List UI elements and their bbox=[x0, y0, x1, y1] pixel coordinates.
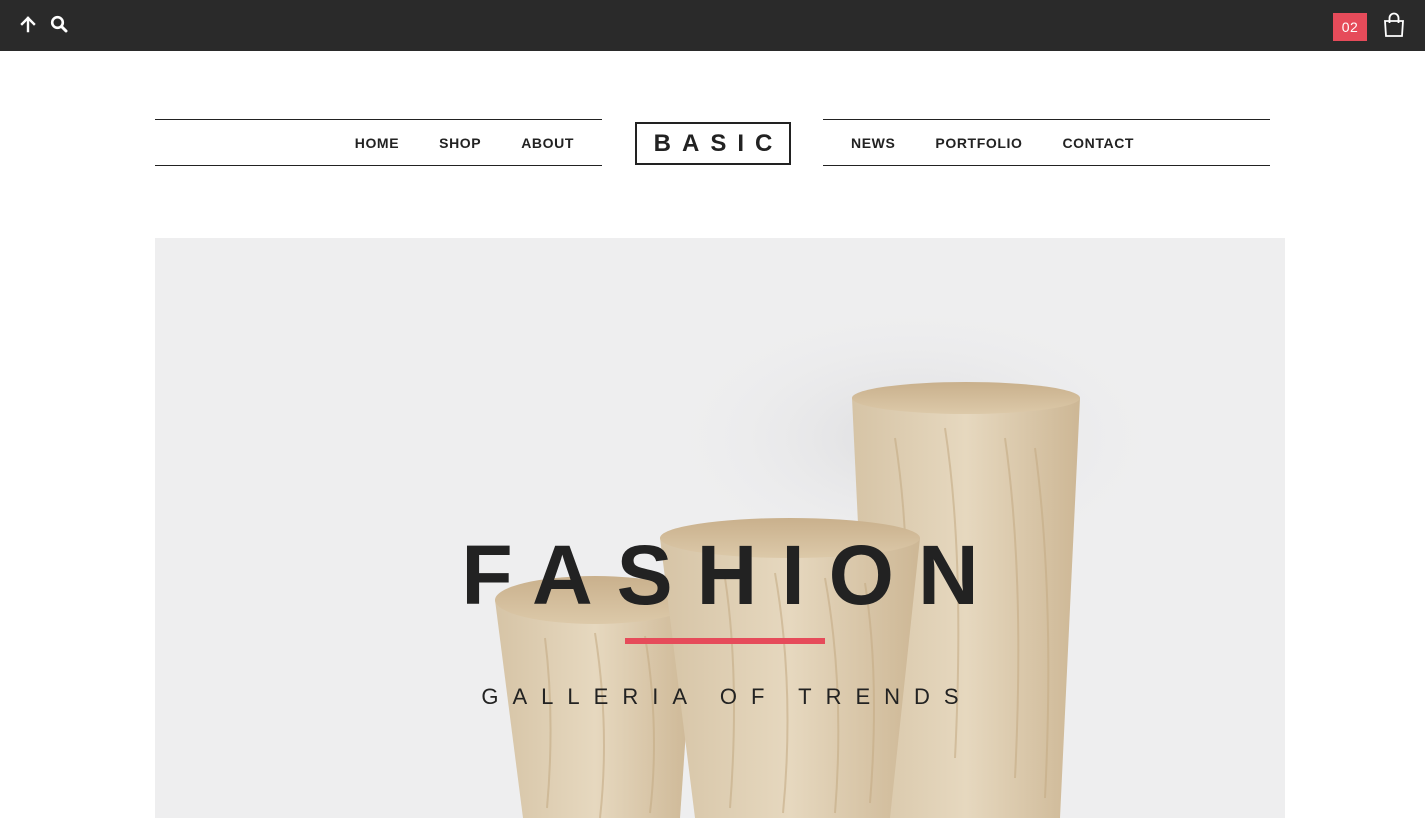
nav-item-shop[interactable]: SHOP bbox=[439, 135, 481, 151]
nav-item-contact[interactable]: CONTACT bbox=[1062, 135, 1134, 151]
primary-nav-right: NEWS PORTFOLIO CONTACT bbox=[823, 120, 1270, 166]
cart-button[interactable] bbox=[1380, 11, 1408, 39]
nav-item-about[interactable]: ABOUT bbox=[521, 135, 574, 151]
search-icon bbox=[50, 15, 68, 33]
site-logo[interactable]: BASIC bbox=[635, 122, 791, 165]
hero-banner: FASHION GALLERIA OF TRENDS bbox=[155, 238, 1285, 818]
nav-item-news[interactable]: NEWS bbox=[851, 135, 895, 151]
hero-accent-bar bbox=[625, 638, 825, 644]
nav-item-portfolio[interactable]: PORTFOLIO bbox=[935, 135, 1022, 151]
nav-item-home[interactable]: HOME bbox=[355, 135, 399, 151]
hero-subtitle: GALLERIA OF TRENDS bbox=[481, 684, 973, 709]
shopping-bag-icon bbox=[1384, 12, 1404, 37]
search-button[interactable] bbox=[47, 12, 71, 36]
scroll-top-button[interactable] bbox=[16, 12, 40, 36]
top-bar: 02 bbox=[0, 0, 1425, 51]
primary-nav-left: HOME SHOP ABOUT bbox=[155, 120, 602, 166]
arrow-up-icon bbox=[20, 16, 36, 33]
hero-title: FASHION bbox=[461, 528, 1003, 622]
cart-count-badge[interactable]: 02 bbox=[1333, 13, 1367, 41]
